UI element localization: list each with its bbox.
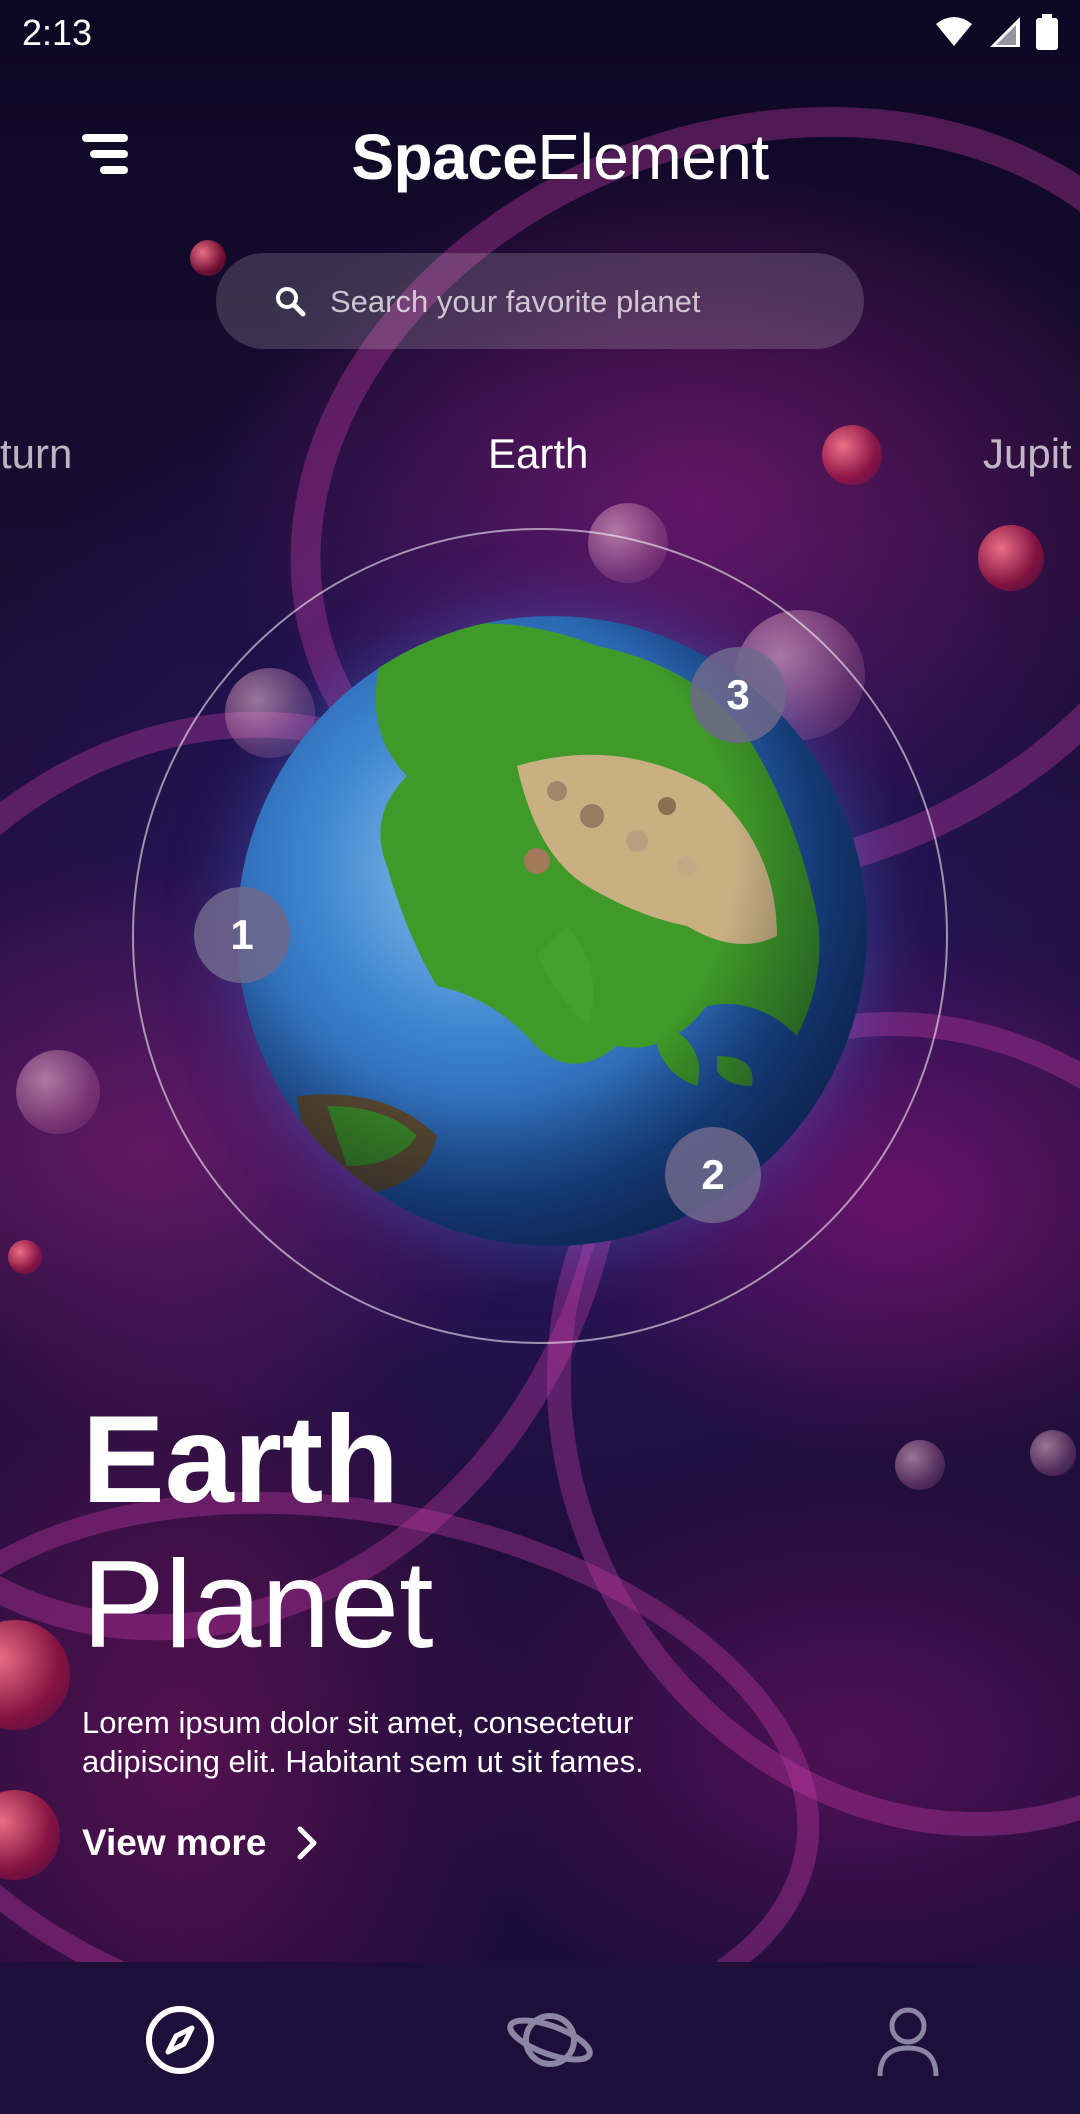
profile-icon (877, 2007, 939, 2077)
nav-explore[interactable] (140, 2000, 220, 2080)
app-title: SpaceElement (0, 120, 1080, 194)
chevron-right-icon (297, 1826, 317, 1860)
hotspot-1[interactable]: 1 (194, 887, 290, 983)
hotspot-2[interactable]: 2 (665, 1127, 761, 1223)
status-bar: 2:13 (0, 0, 1080, 64)
planet-name-heading: Earth (82, 1391, 399, 1529)
status-time: 2:13 (22, 12, 93, 53)
battery-icon (1036, 14, 1058, 50)
bottom-navigation (0, 1962, 1080, 2114)
app-title-regular: Element (537, 121, 769, 193)
search-input[interactable] (328, 253, 832, 351)
search-icon (276, 287, 306, 317)
view-more-label: View more (82, 1822, 267, 1863)
cellular-signal-icon (990, 17, 1020, 47)
app-title-bold: Space (351, 121, 538, 193)
compass-icon (146, 2006, 214, 2074)
hotspot-3[interactable]: 3 (690, 647, 786, 743)
tab-earth[interactable]: Earth (488, 430, 588, 478)
planet-icon (507, 2013, 593, 2067)
planet-description: Lorem ipsum dolor sit amet, consectetur … (82, 1705, 644, 1779)
nav-planets[interactable] (505, 2000, 595, 2080)
tab-jupiter[interactable]: Jupit (983, 430, 1072, 478)
search-bar[interactable] (216, 253, 864, 351)
view-more-link[interactable]: View more (82, 1822, 320, 1864)
nav-profile[interactable] (868, 2000, 948, 2080)
wifi-icon (936, 17, 972, 46)
tab-saturn[interactable]: turn (0, 430, 72, 478)
planet-type-heading: Planet (82, 1536, 434, 1674)
